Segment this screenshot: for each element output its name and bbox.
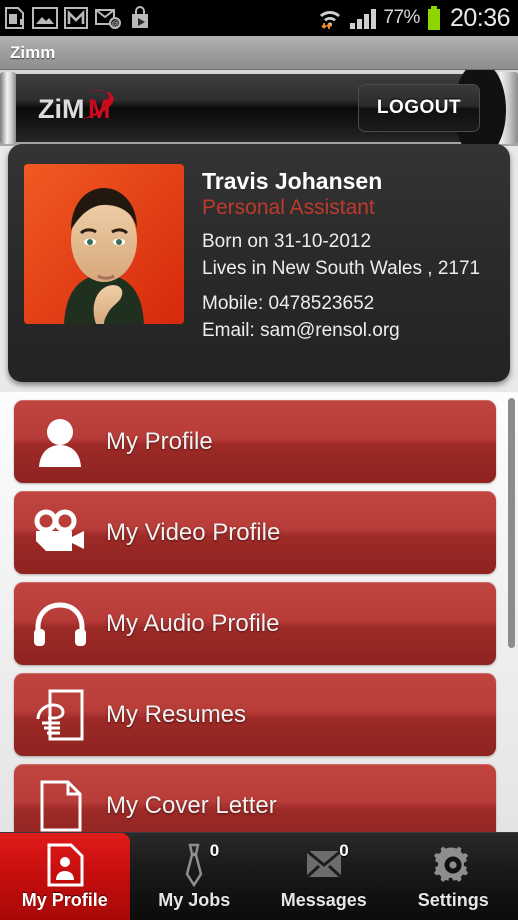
menu-item-label: My Video Profile [106,518,281,546]
tab-my-jobs[interactable]: 0 My Jobs [130,833,260,920]
app-title: Zimm [10,42,56,62]
profile-card: Travis Johansen Personal Assistant Born … [8,144,510,382]
app-root: @ 77% 20:36 Zimm ZiM M LOGOUT Travis Joh… [0,0,518,920]
wifi-icon [320,11,341,29]
tab-my-profile[interactable]: My Profile [0,833,130,920]
menu-item-my-audio-profile[interactable]: My Audio Profile [14,582,496,665]
jobs-badge: 0 [209,841,220,860]
tie-icon [177,843,211,887]
battery-icon [427,6,440,30]
profile-mobile: Mobile: 0478523652 [202,293,375,315]
tab-messages[interactable]: 0 Messages [259,833,389,920]
clock-label: 20:36 [449,3,511,32]
menu-item-my-video-profile[interactable]: My Video Profile [14,491,496,574]
svg-text:M: M [88,94,111,124]
gmail-icon [64,7,88,29]
svg-text:ZiM: ZiM [38,94,85,124]
tab-label: My Jobs [158,889,231,910]
profile-photo [24,164,184,324]
messages-badge: 0 [339,841,349,860]
android-status-bar: @ 77% 20:36 [0,0,518,36]
svg-text:@: @ [111,21,118,28]
profile-role: Personal Assistant [202,196,375,220]
tab-label: Settings [417,889,489,910]
email-icon: @ [95,9,121,29]
video-camera-icon [14,509,106,557]
menu-item-label: My Resumes [106,700,247,728]
tab-label: Messages [280,889,367,910]
menu-item-label: My Cover Letter [106,791,277,819]
profile-lives: Lives in New South Wales , 2171 [202,258,481,280]
bottom-tab-bar: My Profile 0 My Jobs 0 Messages Settings [0,832,518,920]
profile-info: Travis Johansen Personal Assistant Born … [202,164,480,362]
header-chrome-left [0,72,16,144]
status-notification-icons: @ [4,6,152,30]
tab-label: My Profile [21,889,108,910]
menu-list: My Profile My Video Profile My Audio Pro… [0,392,518,832]
gallery-icon [32,7,58,29]
envelope-icon [304,843,344,887]
menu-item-my-profile[interactable]: My Profile [14,400,496,483]
document-icon [14,780,106,832]
resume-hand-icon [14,689,106,741]
menu-item-label: My Profile [106,427,213,455]
sdcard-icon [5,7,24,29]
play-store-icon [132,6,148,28]
tab-settings[interactable]: Settings [389,833,518,920]
battery-percent-label: 77% [383,7,420,28]
status-system-icons: 77% 20:36 [317,3,511,33]
zimm-logo: ZiM M [36,86,156,134]
person-icon [14,417,106,467]
gear-icon [432,843,474,887]
menu-item-my-cover-letter[interactable]: My Cover Letter [14,764,496,832]
profile-name: Travis Johansen [202,168,383,194]
headphones-icon [14,601,106,647]
menu-item-my-resumes[interactable]: My Resumes [14,673,496,756]
logout-button[interactable]: LOGOUT [358,84,480,132]
list-scrollbar[interactable] [508,398,515,648]
profile-born: Born on 31-10-2012 [202,231,372,253]
menu-item-label: My Audio Profile [106,609,280,637]
signal-bars-icon [350,9,377,29]
profile-email: Email: sam@rensol.org [202,320,400,342]
profile-card-icon [46,843,84,887]
app-title-bar: Zimm [0,36,518,70]
